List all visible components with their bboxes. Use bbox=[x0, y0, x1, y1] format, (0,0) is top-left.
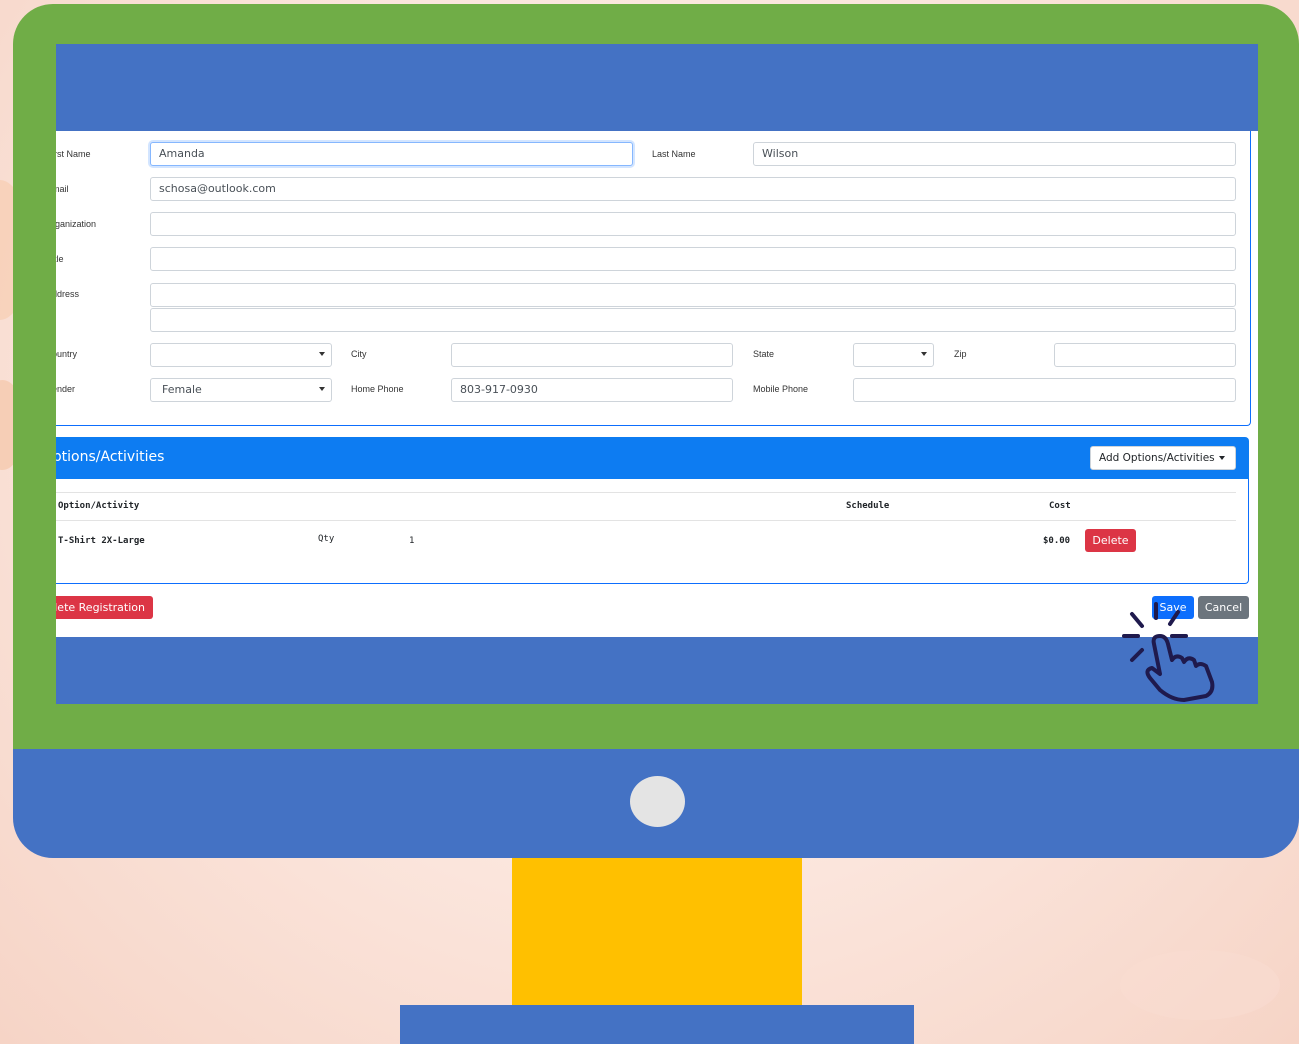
delete-activity-button[interactable]: Delete bbox=[1085, 529, 1136, 552]
activity-name: T-Shirt 2X-Large bbox=[58, 536, 145, 546]
first-name-input[interactable]: Amanda bbox=[150, 142, 633, 166]
delete-registration-button[interactable]: elete Registration bbox=[56, 596, 153, 619]
home-phone-input[interactable]: 803-917-0930 bbox=[451, 378, 733, 402]
gender-select-value: Female bbox=[162, 383, 202, 396]
state-label: State bbox=[753, 349, 775, 359]
address-line1-input[interactable] bbox=[150, 283, 1236, 307]
chevron-down-icon bbox=[319, 387, 325, 391]
options-activities-body bbox=[56, 479, 1249, 584]
title-label: itle bbox=[56, 254, 64, 264]
mobile-phone-input[interactable] bbox=[853, 378, 1236, 402]
monitor-stand-neck bbox=[512, 858, 802, 1006]
background-petal bbox=[1120, 950, 1280, 1020]
last-name-label: Last Name bbox=[652, 149, 696, 159]
organization-label: rganization bbox=[56, 219, 97, 229]
add-options-activities-dropdown[interactable]: Add Options/Activities bbox=[1090, 446, 1236, 470]
caret-down-icon bbox=[1219, 456, 1225, 460]
chevron-down-icon bbox=[921, 352, 927, 356]
registration-screen: irst Name Amanda Last Name Wilson mail s… bbox=[56, 131, 1258, 637]
email-input[interactable]: schosa@outlook.com bbox=[150, 177, 1236, 201]
address-line2-input[interactable] bbox=[150, 308, 1236, 332]
qty-value: 1 bbox=[409, 536, 415, 546]
chevron-down-icon bbox=[319, 352, 325, 356]
city-input[interactable] bbox=[451, 343, 733, 367]
column-header-option-activity: Option/Activity bbox=[58, 501, 140, 511]
power-button-icon bbox=[630, 776, 685, 827]
column-header-schedule: Schedule bbox=[846, 501, 890, 511]
zip-label: Zip bbox=[954, 349, 967, 359]
screen-top-bar bbox=[56, 44, 1258, 131]
column-header-cost: Cost bbox=[1049, 501, 1071, 511]
city-label: City bbox=[351, 349, 367, 359]
add-options-activities-label: Add Options/Activities bbox=[1099, 452, 1215, 464]
qty-label: Qty bbox=[318, 534, 335, 544]
state-select[interactable] bbox=[853, 343, 934, 367]
title-input[interactable] bbox=[150, 247, 1236, 271]
country-label: ountry bbox=[56, 349, 78, 359]
hand-pointer-click-icon bbox=[1122, 602, 1215, 702]
home-phone-label: Home Phone bbox=[351, 384, 404, 394]
email-label: mail bbox=[56, 184, 69, 194]
screen-bottom-bar bbox=[56, 637, 1258, 704]
last-name-input[interactable]: Wilson bbox=[753, 142, 1236, 166]
gender-label: ender bbox=[56, 384, 76, 394]
cost-value: $0.00 bbox=[1043, 536, 1071, 546]
organization-input[interactable] bbox=[150, 212, 1236, 236]
first-name-label: irst Name bbox=[56, 149, 91, 159]
table-header-border bbox=[56, 520, 1236, 521]
monitor-stand-base bbox=[400, 1005, 914, 1044]
zip-input[interactable] bbox=[1054, 343, 1236, 367]
table-top-border bbox=[56, 492, 1236, 493]
gender-select[interactable]: Female bbox=[150, 378, 332, 402]
mobile-phone-label: Mobile Phone bbox=[753, 384, 809, 394]
address-label: ddress bbox=[56, 289, 80, 299]
country-select[interactable] bbox=[150, 343, 332, 367]
options-activities-title: Dptions/Activities bbox=[56, 449, 165, 465]
options-activities-header: Dptions/Activities bbox=[56, 437, 1249, 479]
